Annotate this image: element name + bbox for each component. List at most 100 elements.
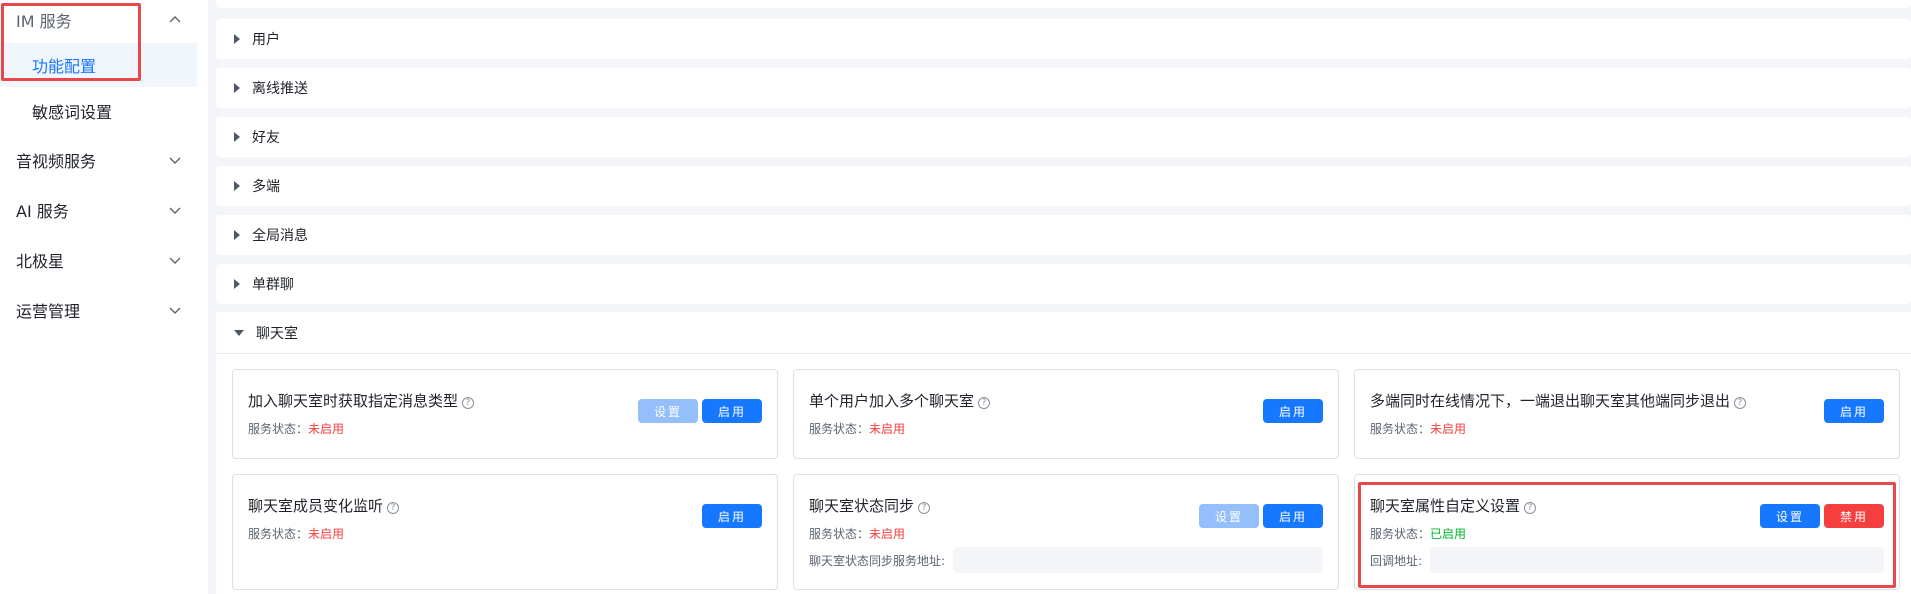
caret-right-icon: [234, 230, 240, 240]
section-title: 全局消息: [252, 228, 308, 244]
status-line: 服务状态：未启用: [809, 420, 905, 437]
section-user[interactable]: 用户: [216, 19, 1911, 59]
card-actions: 启用: [1263, 399, 1323, 423]
menu-ai-service-label: AI 服务: [16, 202, 69, 221]
status-badge: 未启用: [308, 422, 345, 436]
caret-down-icon: [234, 329, 244, 336]
menu-im-service[interactable]: IM 服务: [0, 0, 200, 40]
card-title-text: 聊天室状态同步: [809, 497, 915, 515]
status-label: 服务状态：: [1370, 527, 1431, 541]
section-title: 多端: [252, 179, 280, 195]
card-title-text: 单个用户加入多个聊天室: [809, 392, 975, 410]
status-label: 服务状态：: [248, 527, 309, 541]
settings-button: 设置: [1199, 504, 1259, 528]
enable-button[interactable]: 启用: [1824, 399, 1884, 423]
caret-right-icon: [234, 181, 240, 191]
status-line: 服务状态：已启用: [1370, 525, 1466, 542]
section-title: 离线推送: [252, 81, 308, 97]
card-actions: 设置 启用: [1199, 504, 1323, 528]
menu-polaris-label: 北极星: [16, 252, 65, 271]
menu-operations[interactable]: 运营管理: [0, 290, 200, 330]
sidebar-item-sensitive-words[interactable]: 敏感词设置: [0, 89, 197, 133]
status-line: 服务状态：未启用: [809, 525, 905, 542]
section-title: 用户: [252, 32, 280, 48]
section-title: 好友: [252, 130, 280, 146]
menu-av-service[interactable]: 音视频服务: [0, 140, 200, 180]
enable-button[interactable]: 启用: [1263, 399, 1323, 423]
status-label: 服务状态：: [248, 422, 309, 436]
card-sync-exit: 多端同时在线情况下，一端退出聊天室其他端同步退出? 服务状态：未启用 启用: [1354, 369, 1900, 459]
card-member-change-listener: 聊天室成员变化监听? 服务状态：未启用 启用: [232, 474, 778, 590]
caret-right-icon: [234, 279, 240, 289]
chevron-down-icon: [169, 257, 181, 264]
settings-button: 设置: [638, 399, 698, 423]
callback-address-row: 回调地址:: [1370, 547, 1884, 573]
card-custom-attributes: 聊天室属性自定义设置? 服务状态：已启用 设置 禁用 回调地址:: [1354, 474, 1900, 590]
card-title-text: 多端同时在线情况下，一端退出聊天室其他端同步退出: [1370, 392, 1731, 410]
chevron-down-icon: [169, 207, 181, 214]
section-chatroom-header[interactable]: 聊天室: [216, 312, 1911, 354]
sidebar-item-function-config[interactable]: 功能配置: [0, 43, 197, 87]
card-multi-chatroom: 单个用户加入多个聊天室? 服务状态：未启用 启用: [793, 369, 1339, 459]
chevron-up-icon: [169, 16, 181, 23]
card-actions: 设置 禁用: [1760, 504, 1884, 528]
chevron-down-icon: [169, 157, 181, 164]
section-multi-device[interactable]: 多端: [216, 166, 1911, 206]
disable-button[interactable]: 禁用: [1824, 504, 1884, 528]
card-actions: 启用: [702, 504, 762, 528]
status-line: 服务状态：未启用: [248, 525, 344, 542]
status-badge: 未启用: [308, 527, 345, 541]
status-line: 服务状态：未启用: [248, 420, 344, 437]
main-content: 用户 离线推送 好友 多端 全局消息 单群聊 聊天室 加入聊天室时获取指定消息类…: [208, 0, 1911, 594]
card-actions: 启用: [1824, 399, 1884, 423]
card-title: 聊天室状态同步?: [809, 495, 931, 516]
menu-im-service-label: IM 服务: [16, 12, 72, 31]
enable-button[interactable]: 启用: [702, 504, 762, 528]
field-label: 聊天室状态同步服务地址:: [809, 553, 946, 568]
help-icon[interactable]: ?: [1734, 397, 1747, 409]
caret-right-icon: [234, 132, 240, 142]
card-actions: 设置 启用: [638, 399, 762, 423]
card-title-text: 聊天室成员变化监听: [248, 497, 384, 515]
card-title-text: 加入聊天室时获取指定消息类型: [248, 392, 459, 410]
help-icon[interactable]: ?: [918, 502, 931, 514]
card-title-text: 聊天室属性自定义设置: [1370, 497, 1521, 515]
field-label: 回调地址:: [1370, 553, 1423, 568]
sync-service-address-input[interactable]: [953, 547, 1323, 573]
sync-service-address-row: 聊天室状态同步服务地址:: [809, 547, 1323, 573]
section-title: 聊天室: [256, 325, 298, 342]
section-friends[interactable]: 好友: [216, 117, 1911, 157]
help-icon[interactable]: ?: [978, 397, 991, 409]
status-label: 服务状态：: [809, 422, 870, 436]
help-icon[interactable]: ?: [1524, 502, 1537, 514]
status-line: 服务状态：未启用: [1370, 420, 1466, 437]
section-single-group-chat[interactable]: 单群聊: [216, 264, 1911, 304]
section-offline-push[interactable]: 离线推送: [216, 68, 1911, 108]
settings-button[interactable]: 设置: [1760, 504, 1820, 528]
status-badge: 未启用: [869, 422, 906, 436]
enable-button[interactable]: 启用: [1263, 504, 1323, 528]
help-icon[interactable]: ?: [462, 397, 475, 409]
callback-address-input[interactable]: [1430, 547, 1884, 573]
caret-right-icon: [234, 83, 240, 93]
menu-ai-service[interactable]: AI 服务: [0, 190, 200, 230]
sidebar: IM 服务 功能配置 敏感词设置 音视频服务 AI 服务 北极星 运营管理: [0, 0, 200, 594]
enable-button[interactable]: 启用: [702, 399, 762, 423]
card-title: 聊天室属性自定义设置?: [1370, 495, 1537, 516]
card-state-sync: 聊天室状态同步? 服务状态：未启用 设置 启用 聊天室状态同步服务地址:: [793, 474, 1339, 590]
card-get-message-types: 加入聊天室时获取指定消息类型? 服务状态：未启用 设置 启用: [232, 369, 778, 459]
section-global-message[interactable]: 全局消息: [216, 215, 1911, 255]
help-icon[interactable]: ?: [387, 502, 400, 514]
sidebar-item-label: 功能配置: [32, 57, 97, 76]
menu-operations-label: 运营管理: [16, 302, 81, 321]
status-label: 服务状态：: [1370, 422, 1431, 436]
status-badge: 已启用: [1430, 527, 1467, 541]
caret-right-icon: [234, 34, 240, 44]
menu-polaris[interactable]: 北极星: [0, 240, 200, 280]
top-strip: [216, 0, 1911, 8]
app-root: IM 服务 功能配置 敏感词设置 音视频服务 AI 服务 北极星 运营管理 用户…: [0, 0, 1911, 594]
card-title: 聊天室成员变化监听?: [248, 495, 400, 516]
card-title: 加入聊天室时获取指定消息类型?: [248, 390, 475, 411]
status-badge: 未启用: [869, 527, 906, 541]
card-title: 多端同时在线情况下，一端退出聊天室其他端同步退出?: [1370, 390, 1747, 411]
